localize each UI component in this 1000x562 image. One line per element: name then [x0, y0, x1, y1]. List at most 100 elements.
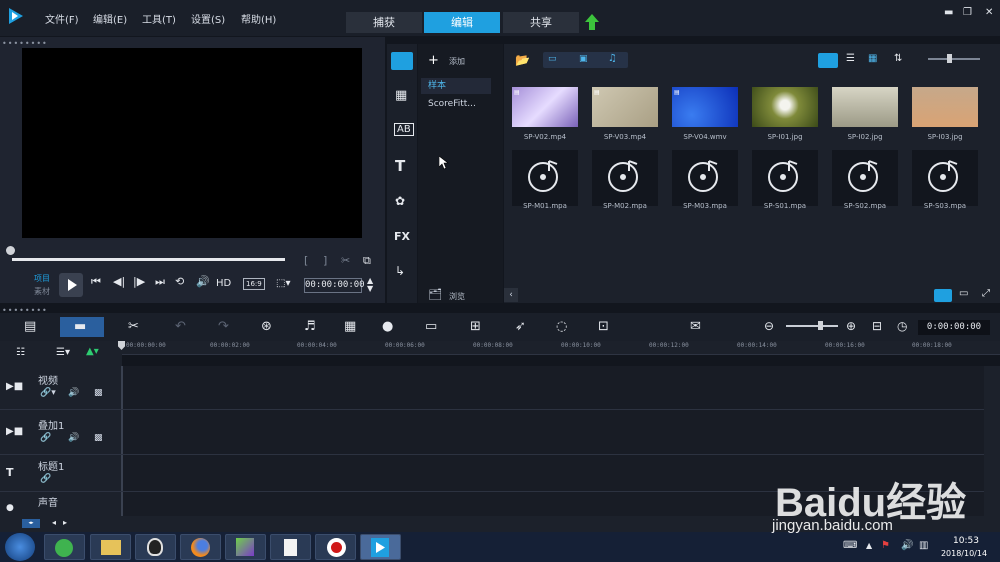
media-thumbnail[interactable]: [592, 87, 658, 127]
pan-zoom-icon[interactable]: ⊡: [598, 319, 609, 334]
zoom-out-icon[interactable]: ⊖: [764, 319, 774, 333]
media-category-icon[interactable]: [391, 52, 413, 70]
timecode-stepper[interactable]: ▲ ▼: [367, 277, 373, 293]
zoom-in-icon[interactable]: ⊕: [846, 319, 856, 333]
menu-tools[interactable]: 工具(T): [142, 11, 176, 26]
thumbnail-size-slider[interactable]: [928, 58, 980, 60]
grid-icon[interactable]: ▩: [94, 433, 103, 443]
close-icon[interactable]: ✕: [985, 7, 993, 18]
multi-camera-icon[interactable]: ⊞: [470, 319, 481, 334]
scroll-left-icon[interactable]: ◂: [52, 518, 56, 527]
motion-tracking-icon[interactable]: ▦: [344, 319, 356, 334]
auto-music-icon[interactable]: ♬: [304, 319, 316, 334]
clock-time[interactable]: 10:53: [942, 536, 990, 546]
library-layout-button[interactable]: [934, 289, 952, 302]
upload-arrow-icon[interactable]: [585, 14, 599, 30]
tab-share[interactable]: 共享: [503, 12, 579, 33]
media-thumbnail[interactable]: [752, 87, 818, 127]
speaker-icon[interactable]: 🔊: [901, 540, 913, 551]
sort-icon[interactable]: ⇅: [894, 53, 902, 64]
title-icon[interactable]: T: [395, 157, 405, 175]
chapter-icon[interactable]: ☰▾: [56, 347, 70, 358]
zoom-slider-handle[interactable]: [818, 321, 823, 330]
add-folder-label[interactable]: 添加: [449, 56, 465, 67]
mark-in-icon[interactable]: [: [304, 254, 308, 267]
grid-icon[interactable]: ▩: [94, 388, 103, 398]
add-folder-icon[interactable]: +: [428, 53, 439, 68]
track-volume-icon[interactable]: 🔊: [68, 433, 79, 443]
options-panel-icon[interactable]: ▭: [959, 288, 968, 299]
volume-icon[interactable]: 🔊: [196, 275, 210, 288]
mark-out-icon[interactable]: ]: [323, 254, 327, 267]
media-thumbnail[interactable]: [672, 87, 738, 127]
track-manager-icon[interactable]: ☷: [16, 347, 25, 358]
project-mode-label[interactable]: 项目: [34, 273, 50, 284]
record-capture-icon[interactable]: ⊛: [261, 319, 272, 334]
tray-arrow-icon[interactable]: ▲: [866, 541, 872, 550]
tab-edit[interactable]: 编辑: [424, 12, 500, 33]
import-folder-icon[interactable]: 📂: [515, 53, 530, 67]
collapse-panel-icon[interactable]: ‹: [504, 288, 518, 302]
timeline-timecode[interactable]: 0:00:00:00: [918, 320, 990, 335]
previous-frame-icon[interactable]: ◀|: [113, 275, 125, 288]
folder-item-sample[interactable]: 样本: [421, 78, 491, 94]
fx-filter-icon[interactable]: FX: [394, 230, 410, 243]
split-screen-icon[interactable]: ◌: [556, 319, 567, 334]
menu-settings[interactable]: 设置(S): [191, 11, 225, 26]
crop-icon[interactable]: ⬚▾: [276, 278, 290, 289]
hd-toggle[interactable]: HD: [216, 278, 231, 289]
end-icon[interactable]: ⏭: [155, 275, 165, 289]
keyboard-icon[interactable]: ⌨: [843, 540, 857, 551]
link-icon[interactable]: 🔗: [40, 433, 51, 443]
browse-icon[interactable]: 🗂: [428, 288, 442, 301]
show-photo-icon[interactable]: ▣: [579, 54, 588, 64]
network-icon[interactable]: ▥: [919, 540, 928, 551]
player-timecode[interactable]: 00:00:00:00: [304, 278, 365, 293]
subtitle-editor-icon[interactable]: ▭: [425, 319, 437, 334]
details-view-icon[interactable]: ☰: [846, 53, 855, 64]
undo-icon[interactable]: ↶: [175, 319, 186, 334]
panel-grip[interactable]: ••••••••: [2, 39, 48, 48]
tab-capture[interactable]: 捕获: [346, 12, 422, 33]
clip-mode-label[interactable]: 素材: [34, 286, 50, 297]
show-video-icon[interactable]: ▭: [548, 54, 557, 64]
tools-icon[interactable]: ✂: [128, 319, 139, 334]
marker-icon[interactable]: ▲▾: [86, 346, 99, 357]
scissors-icon[interactable]: ✂: [341, 254, 350, 267]
list-view-button[interactable]: [818, 53, 838, 68]
fit-project-icon[interactable]: ⊟: [872, 319, 882, 333]
browse-label[interactable]: 浏览: [449, 291, 465, 302]
next-frame-icon[interactable]: |▶: [133, 275, 145, 288]
mask-creator-icon[interactable]: ●: [382, 319, 393, 334]
track-volume-icon[interactable]: 🔊: [68, 388, 79, 398]
link-icon[interactable]: 🔗▾: [40, 388, 56, 398]
media-thumbnail[interactable]: [832, 87, 898, 127]
start-button[interactable]: [5, 533, 35, 561]
restore-icon[interactable]: ❐: [963, 7, 972, 18]
media-thumbnail[interactable]: [512, 87, 578, 127]
mixer-icon[interactable]: ✉: [690, 319, 701, 334]
show-audio-icon[interactable]: ♫: [608, 53, 617, 64]
scrub-handle[interactable]: [6, 246, 15, 255]
menu-file[interactable]: 文件(F): [45, 11, 79, 26]
clock-date[interactable]: 2018/10/14: [934, 549, 994, 558]
link-icon[interactable]: 🔗: [40, 474, 51, 484]
time-remap-icon[interactable]: ➶: [515, 319, 526, 334]
repeat-icon[interactable]: ⟲: [175, 275, 184, 288]
scrub-bar[interactable]: [12, 258, 285, 261]
storyboard-view-icon[interactable]: ▤: [24, 319, 36, 334]
menu-edit[interactable]: 编辑(E): [93, 11, 127, 26]
aspect-ratio-button[interactable]: 16:9: [243, 278, 265, 290]
vertical-scrollbar[interactable]: [984, 366, 1000, 516]
track-height-button[interactable]: ◂▸: [22, 519, 40, 528]
folder-item-scorefitter[interactable]: ScoreFitt...: [421, 96, 491, 112]
thumbnail-size-handle[interactable]: [947, 54, 952, 63]
flag-icon[interactable]: ⚑: [881, 540, 890, 551]
redo-icon[interactable]: ↷: [218, 319, 229, 334]
expand-icon[interactable]: ⤢: [982, 288, 990, 299]
play-button[interactable]: [59, 273, 83, 297]
instant-project-icon[interactable]: ▦: [395, 88, 407, 103]
graphics-icon[interactable]: ✿: [395, 194, 405, 208]
enlarge-icon[interactable]: ⧉: [363, 254, 371, 268]
home-icon[interactable]: ⏮: [91, 275, 101, 289]
